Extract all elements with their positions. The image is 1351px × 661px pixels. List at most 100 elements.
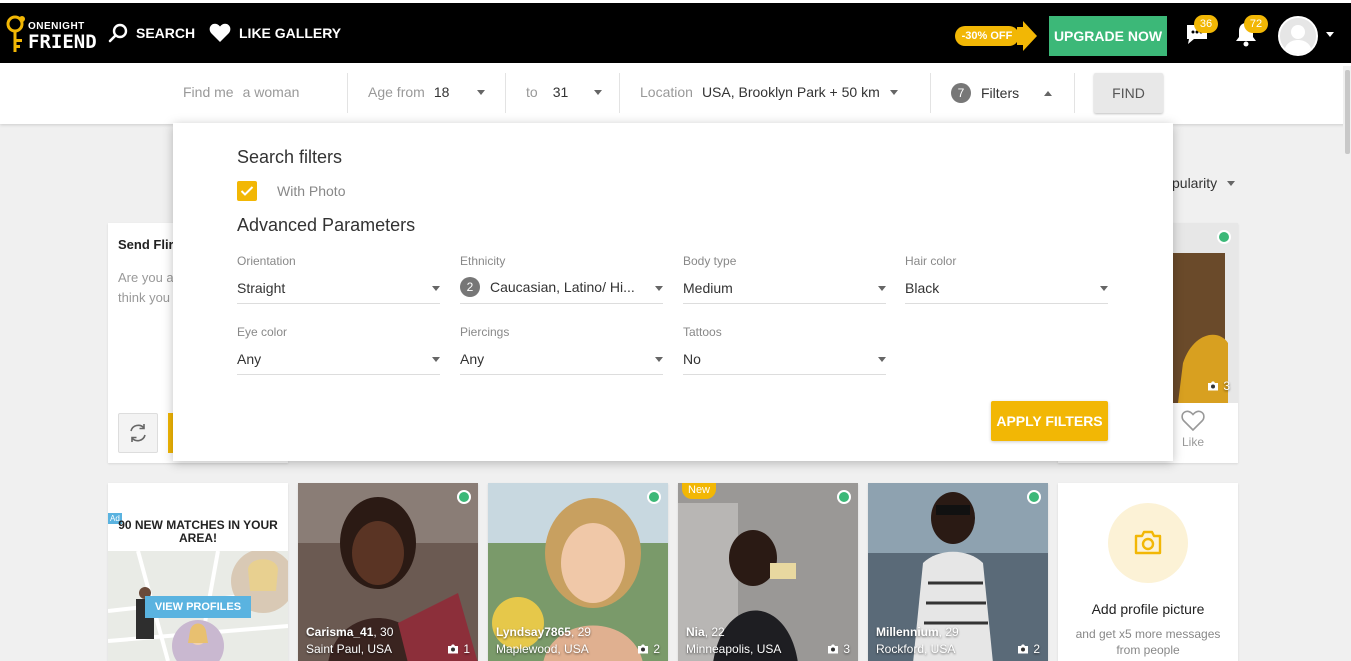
age-to-selector[interactable]: to 31	[526, 84, 603, 100]
add-photo-button[interactable]	[1108, 503, 1188, 583]
location-selector[interactable]: Location USA, Brooklyn Park + 50 km	[640, 84, 898, 100]
chevron-down-icon	[1100, 286, 1108, 291]
search-icon	[108, 23, 128, 43]
add-picture-subtitle: and get x5 more messages from people	[1075, 627, 1221, 657]
tattoos-select[interactable]: Tattoos No	[683, 325, 886, 375]
upgrade-now-button[interactable]: UPGRADE NOW	[1049, 16, 1167, 56]
body-type-value-text: Medium	[683, 280, 733, 296]
online-status-indicator	[647, 490, 661, 504]
nav-search[interactable]: SEARCH	[108, 23, 195, 43]
photo-count-value: 1	[463, 642, 470, 656]
arrow-right-icon	[1017, 21, 1037, 51]
location-value: USA, Brooklyn Park + 50 km	[701, 84, 880, 100]
divider	[930, 73, 931, 113]
age-from-selector[interactable]: Age from 18	[368, 84, 486, 100]
orientation-label: Orientation	[237, 254, 296, 268]
profile-name: Lyndsay7865, 29	[496, 625, 591, 639]
tattoos-value-text: No	[683, 351, 701, 367]
nav-like-gallery-label: LIKE GALLERY	[239, 25, 342, 41]
discount-label: -30% OFF	[955, 26, 1019, 46]
profile-location: Maplewood, USA	[496, 642, 589, 656]
view-profiles-button[interactable]: VIEW PROFILES	[145, 596, 251, 618]
add-profile-picture-card[interactable]: Add profile picture and get x5 more mess…	[1058, 483, 1238, 661]
photo-count: 3	[827, 642, 850, 656]
filters-toggle[interactable]: 7 Filters	[951, 83, 1053, 103]
account-menu-caret-icon[interactable]	[1326, 32, 1334, 37]
hair-color-value-text: Black	[905, 280, 940, 296]
body-type-select[interactable]: Body type Medium	[683, 254, 886, 304]
chevron-down-icon	[878, 357, 886, 362]
profile-card[interactable]: New Nia, 22 Minneapolis, USA 3	[678, 483, 858, 661]
hair-color-label: Hair color	[905, 254, 957, 268]
chevron-down-icon	[432, 357, 440, 362]
apply-filters-button[interactable]: APPLY FILTERS	[991, 401, 1108, 441]
profile-location: Saint Paul, USA	[306, 642, 393, 656]
photo-count: 1	[447, 642, 470, 656]
orientation-select[interactable]: Orientation Straight	[237, 254, 440, 304]
search-filters-title: Search filters	[237, 147, 343, 167]
user-silhouette-icon	[1280, 18, 1316, 54]
piercings-value-text: Any	[460, 351, 485, 367]
user-avatar[interactable]	[1278, 16, 1318, 56]
search-bar: Find me a woman Age from 18 to 31 Locati…	[0, 63, 1351, 124]
search-filters-panel: Search filters With Photo Advanced Param…	[173, 123, 1173, 461]
orientation-value: Straight	[237, 280, 417, 296]
tattoos-label: Tattoos	[683, 325, 722, 339]
online-status-indicator	[457, 490, 471, 504]
location-label: Location	[640, 84, 693, 100]
filters-count-badge: 7	[951, 83, 971, 103]
photo-count-value: 2	[653, 642, 660, 656]
nav-search-label: SEARCH	[136, 25, 196, 41]
profile-age: , 30	[373, 625, 394, 639]
online-status-indicator	[1027, 490, 1041, 504]
camera-icon	[448, 644, 459, 654]
notifications-button[interactable]: 72	[1234, 15, 1268, 49]
with-photo-label[interactable]: With Photo	[277, 183, 345, 199]
add-picture-title: Add profile picture	[1091, 601, 1205, 617]
profile-card[interactable]: Millennium, 29 Rockford, USA 2	[868, 483, 1048, 661]
ethnicity-value-text: Caucasian, Latino/ Hi...	[490, 279, 635, 295]
refresh-button[interactable]	[118, 413, 158, 453]
profile-card[interactable]: Lyndsay7865, 29 Maplewood, USA 2	[488, 483, 668, 661]
page-scrollbar-thumb[interactable]	[1345, 70, 1350, 154]
messages-button[interactable]: 36	[1184, 15, 1218, 49]
camera-icon	[828, 644, 839, 654]
profile-username: Nia	[686, 625, 705, 639]
ad-card[interactable]: Ad 90 NEW MATCHES IN YOUR AREA! VIEW PRO…	[108, 483, 288, 661]
checkmark-icon	[240, 186, 254, 196]
logo-text-bottom: FRIEND	[28, 31, 97, 53]
chevron-down-icon	[655, 357, 663, 362]
find-me-label: Find me	[183, 84, 234, 100]
camera-icon	[1018, 644, 1029, 654]
hair-color-select[interactable]: Hair color Black	[905, 254, 1108, 304]
ethnicity-select[interactable]: Ethnicity 2 Caucasian, Latino/ Hi...	[460, 254, 663, 304]
piercings-value: Any	[460, 351, 640, 367]
chevron-down-icon	[889, 89, 898, 95]
like-button[interactable]: Like	[1171, 410, 1215, 449]
divider	[619, 73, 620, 113]
eye-color-value: Any	[237, 351, 417, 367]
piercings-select[interactable]: Piercings Any	[460, 325, 663, 375]
find-button[interactable]: FIND	[1094, 73, 1163, 113]
top-navigation-bar: ONENIGHT FRIEND SEARCH LIKE GALLERY -30%…	[0, 0, 1351, 63]
chevron-down-icon	[594, 89, 603, 95]
nav-like-gallery[interactable]: LIKE GALLERY	[209, 23, 341, 43]
profile-age: , 29	[570, 625, 591, 639]
camera-icon	[1208, 381, 1219, 391]
find-me-selector[interactable]: Find me a woman	[183, 84, 299, 100]
profile-card[interactable]: Carisma_41, 30 Saint Paul, USA 1	[298, 483, 478, 661]
page-scrollbar-track[interactable]	[1343, 66, 1351, 661]
sort-selector[interactable]: pularity	[1172, 175, 1236, 191]
ethnicity-value: 2 Caucasian, Latino/ Hi...	[460, 277, 640, 297]
eye-color-select[interactable]: Eye color Any	[237, 325, 440, 375]
new-badge: New	[682, 483, 717, 499]
site-logo[interactable]: ONENIGHT FRIEND	[6, 13, 97, 57]
send-flirt-title: Send Flir	[118, 237, 174, 252]
photo-count: 2	[637, 642, 660, 656]
with-photo-checkbox[interactable]	[237, 181, 257, 201]
body-type-value: Medium	[683, 280, 863, 296]
profile-username: Millennium	[876, 625, 939, 639]
profile-name: Carisma_41, 30	[306, 625, 393, 639]
chevron-down-icon	[655, 286, 663, 291]
age-from-label: Age from	[368, 84, 425, 100]
